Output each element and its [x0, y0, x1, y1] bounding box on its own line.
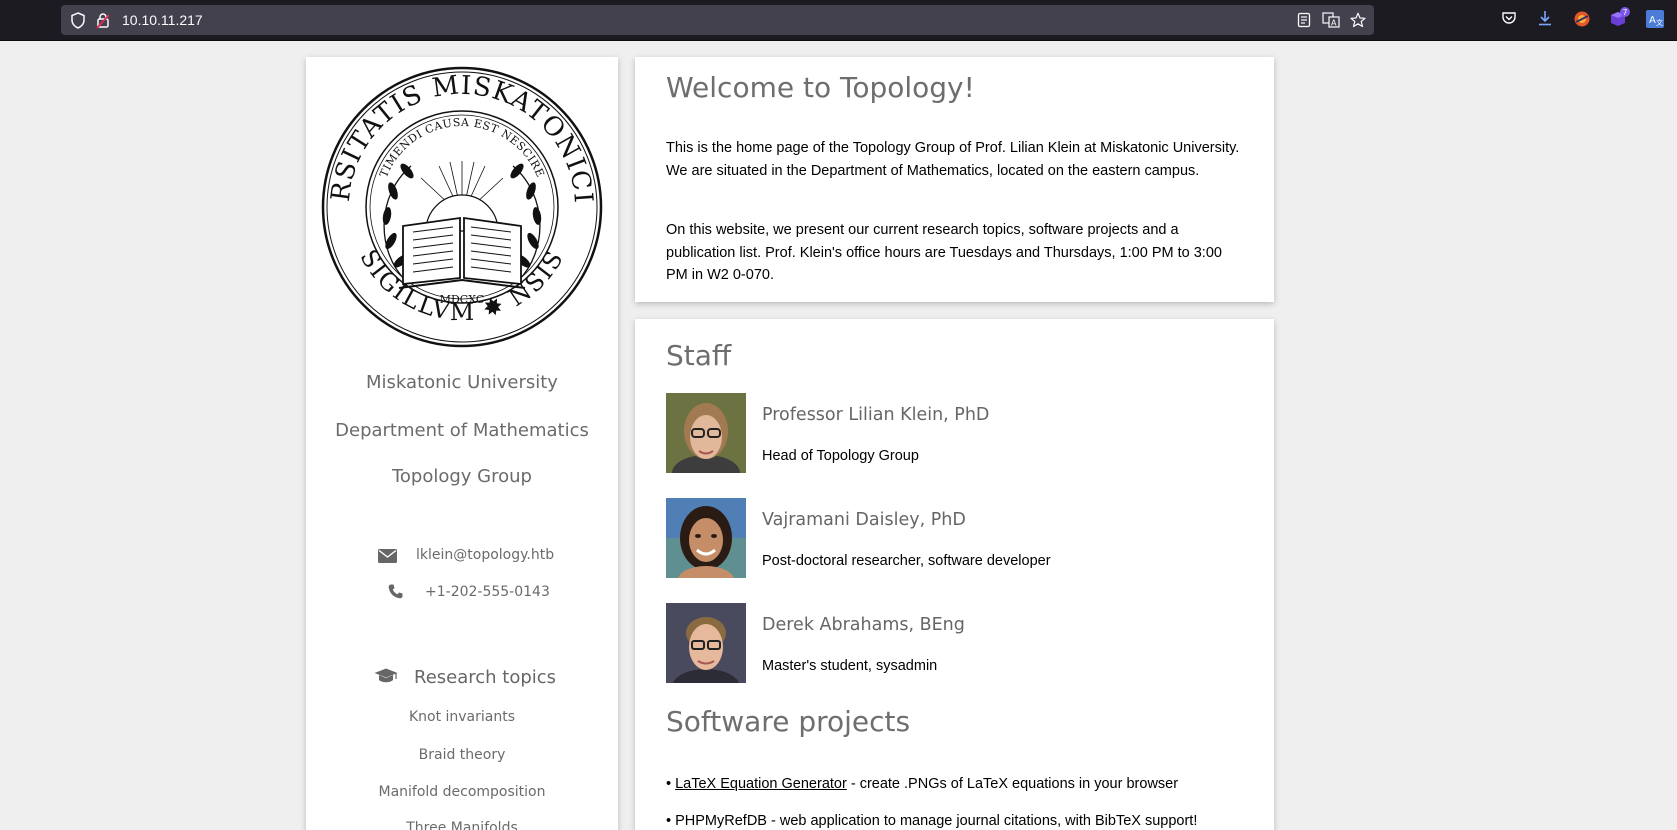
graduation-cap-icon [374, 668, 398, 688]
phone-number: +1-202-555-0143 [425, 584, 550, 600]
topic-manifold-decomposition[interactable]: Manifold decomposition [306, 784, 618, 800]
svg-text:文: 文 [1656, 18, 1663, 27]
topic-three-manifolds[interactable]: Three Manifolds [306, 820, 618, 830]
email-link[interactable]: lklein@topology.htb [416, 547, 554, 563]
welcome-title: Welcome to Topology! [666, 71, 975, 104]
staff-name-klein: Professor Lilian Klein, PhD [762, 405, 990, 425]
topic-braid-theory[interactable]: Braid theory [306, 747, 618, 763]
staff-card: Staff Professor Lilian Klein, PhD Head o… [635, 319, 1274, 830]
downloads-icon[interactable] [1537, 10, 1553, 31]
extension-icon[interactable]: 7 [1609, 7, 1631, 34]
svg-text:A: A [1331, 19, 1337, 28]
svg-text:MDCXC: MDCXC [440, 293, 485, 306]
welcome-paragraph-2: On this website, we present our current … [666, 222, 1222, 283]
staff-title: Staff [666, 339, 732, 372]
research-topics-title: Research topics [414, 667, 557, 688]
avatar [666, 603, 746, 683]
phone-icon [388, 584, 403, 603]
topic-knot-invariants[interactable]: Knot invariants [306, 709, 618, 725]
browser-toolbar: 10.10.11.217 A 7 A文 [0, 0, 1677, 41]
university-name: Miskatonic University [366, 372, 558, 393]
translate-icon[interactable]: A [1322, 12, 1340, 33]
list-item: • PHPMyRefDB - web application to manage… [666, 813, 1197, 829]
extension-badge: 7 [1623, 8, 1628, 17]
staff-name-abrahams: Derek Abrahams, BEng [762, 615, 965, 635]
staff-role-abrahams: Master's student, sysadmin [762, 658, 938, 674]
avatar [666, 393, 746, 473]
translate-icon[interactable]: A文 [1646, 10, 1664, 33]
staff-name-daisley: Vajramani Daisley, PhD [762, 510, 966, 530]
extension-icon[interactable] [1573, 10, 1591, 33]
staff-role-daisley: Post-doctoral researcher, software devel… [762, 553, 1051, 569]
envelope-icon [378, 549, 397, 567]
sidebar: VNIVERSITATIS MISKATONICIENSIS SIGILLVM … [306, 57, 618, 830]
url-text[interactable]: 10.10.11.217 [122, 12, 203, 28]
welcome-card: Welcome to Topology! This is the home pa… [635, 57, 1274, 302]
latex-generator-link[interactable]: LaTeX Equation Generator [675, 776, 847, 792]
group-name: Topology Group [391, 466, 532, 487]
svg-text:A: A [1649, 15, 1656, 26]
shield-icon[interactable] [70, 12, 86, 34]
department-name: Department of Mathematics [335, 420, 589, 441]
welcome-paragraph-1: This is the home page of the Topology Gr… [666, 140, 1240, 179]
project-description: - create .PNGs of LaTeX equations in you… [846, 776, 1179, 792]
software-projects-title: Software projects [666, 705, 911, 738]
bullet: • [666, 776, 672, 792]
avatar [666, 498, 746, 578]
address-bar[interactable]: 10.10.11.217 A [61, 5, 1374, 35]
university-seal-logo: VNIVERSITATIS MISKATONICIENSIS SIGILLVM … [321, 66, 603, 348]
bullet: • [666, 813, 672, 829]
pocket-icon[interactable] [1501, 10, 1517, 31]
reader-view-icon[interactable] [1296, 12, 1312, 33]
lock-icon[interactable] [96, 12, 110, 34]
staff-role-klein: Head of Topology Group [762, 448, 919, 464]
list-item: • LaTeX Equation Generator - create .PNG… [666, 776, 1178, 792]
bookmark-star-icon[interactable] [1350, 12, 1366, 33]
project-description: PHPMyRefDB - web application to manage j… [675, 813, 1198, 829]
